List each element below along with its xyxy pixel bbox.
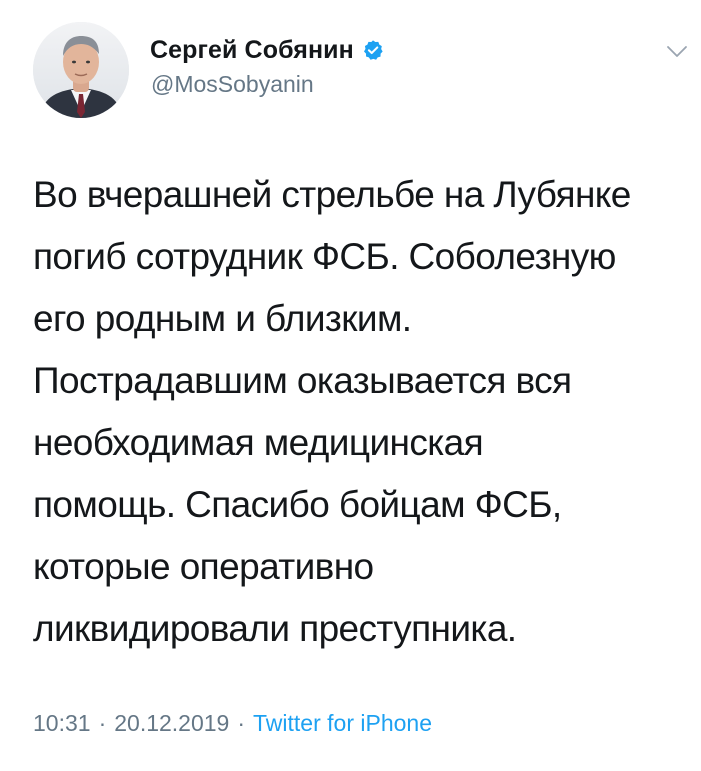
verified-badge-icon [362, 39, 384, 61]
tweet-source-link[interactable]: Twitter for iPhone [253, 710, 432, 737]
user-photo-avatar-icon [33, 22, 129, 118]
tweet-text-line: его родным и близким. [33, 298, 412, 339]
tweet-text-line: ликвидировали преступника. [33, 608, 517, 649]
tweet-meta: 10:31 · 20.12.2019 · Twitter for iPhone [33, 710, 432, 737]
tweet-date[interactable]: 20.12.2019 [114, 710, 229, 737]
tweet-text: Во вчерашней стрельбе на Лубянке погиб с… [33, 164, 683, 660]
author-name-row[interactable]: Сергей Собянин [150, 33, 384, 67]
tweet-text-line: Пострадавшим оказывается вся [33, 360, 572, 401]
avatar[interactable] [33, 22, 129, 118]
tweet-text-line: погиб сотрудник ФСБ. Соболезную [33, 236, 616, 277]
author-display-name[interactable]: Сергей Собянин [150, 36, 354, 65]
tweet-text-line: помощь. Спасибо бойцам ФСБ, [33, 484, 562, 525]
chevron-down-icon[interactable] [666, 44, 688, 60]
tweet-time[interactable]: 10:31 [33, 710, 91, 737]
tweet-text-line: которые оперативно [33, 546, 374, 587]
tweet-text-line: Во вчерашней стрельбе на Лубянке [33, 174, 631, 215]
tweet-card: Сергей Собянин @MosSobyanin Во вчерашней… [0, 0, 701, 771]
author-handle[interactable]: @MosSobyanin [151, 71, 314, 98]
meta-separator: · [237, 710, 246, 736]
tweet-text-line: необходимая медицинская [33, 422, 484, 463]
meta-separator: · [98, 710, 107, 736]
